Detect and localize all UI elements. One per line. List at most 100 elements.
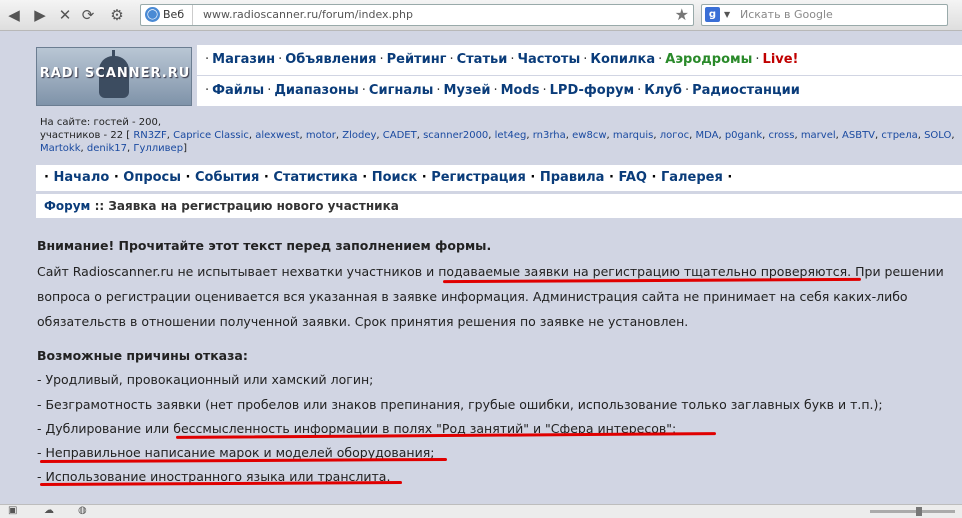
menu-separator: · — [658, 52, 663, 67]
address-tag: Веб — [163, 5, 194, 25]
red-underline-4 — [39, 481, 403, 486]
menu-bottom-items: · Файлы · Диапазоны · Сигналы · Музей · Mods · LPD-… — [202, 76, 800, 106]
member-link[interactable]: ew8cw — [572, 130, 606, 141]
member-link[interactable]: marvel — [801, 130, 836, 141]
member-link[interactable]: RN3ZF — [133, 130, 166, 141]
menu-item-0[interactable]: Файлы — [212, 83, 264, 98]
member-link[interactable]: логос — [660, 130, 689, 141]
menu-item-2[interactable]: Сигналы — [369, 83, 433, 98]
menu-separator: · — [542, 83, 547, 98]
breadcrumb-separator: :: — [94, 199, 105, 213]
bookmark-star-icon[interactable]: ★ — [675, 5, 689, 25]
menu-separator: · — [755, 52, 760, 67]
key-icon[interactable]: ⚙ — [104, 5, 130, 25]
menu-item-1[interactable]: Диапазоны — [274, 83, 358, 98]
menu-item-4[interactable]: Частоты — [517, 52, 580, 67]
menu-separator: · — [510, 52, 515, 67]
nav-separator: · — [530, 170, 540, 185]
search-placeholder[interactable]: Искать в Google — [740, 5, 833, 25]
nav-item-3[interactable]: Статистика — [273, 170, 357, 185]
nav-separator: · — [421, 170, 432, 185]
p1-start: Сайт Radioscanner.ru не испытывает нехва… — [37, 264, 439, 279]
member-link[interactable]: denik17 — [87, 143, 127, 154]
google-icon[interactable]: g — [705, 7, 720, 22]
member-link[interactable]: Martokk — [40, 143, 81, 154]
member-link[interactable]: let4eg — [495, 130, 527, 141]
member-link[interactable]: alexwest — [255, 130, 299, 141]
member-link[interactable]: Гулливер — [133, 143, 183, 154]
nav-separator: · — [263, 170, 274, 185]
menu-item-2[interactable]: Рейтинг — [387, 52, 447, 67]
nav-item-0[interactable]: Начало — [53, 170, 109, 185]
close-icon[interactable]: ✕ — [55, 5, 75, 25]
site-logo[interactable]: RADI SCANNER.RU — [36, 47, 192, 106]
member-link[interactable]: CADET — [383, 130, 417, 141]
menu-separator: · — [583, 52, 588, 67]
menu-item-6[interactable]: Аэродромы — [665, 52, 752, 67]
member-link[interactable]: motor — [306, 130, 336, 141]
menu-item-0[interactable]: Магазин — [212, 52, 275, 67]
nav-item-8[interactable]: Галерея — [661, 170, 723, 185]
member-link[interactable]: scanner2000 — [423, 130, 488, 141]
nav-item-1[interactable]: Опросы — [123, 170, 181, 185]
member-link[interactable]: Caprice Classic — [173, 130, 249, 141]
browser-toolbar: ◀ ▶ ✕ ⟳ ⚙ ◯ Веб www.radioscanner.ru/foru… — [0, 0, 962, 31]
nav-item-6[interactable]: Правила — [540, 170, 605, 185]
paragraph-line-2: вопроса о регистрации оценивается вся ук… — [37, 289, 908, 304]
menu-item-5[interactable]: LPD-форум — [550, 83, 634, 98]
nav-separator: · — [727, 170, 733, 185]
member-link[interactable]: SOLO — [924, 130, 951, 141]
member-link[interactable]: MDA — [695, 130, 718, 141]
back-icon[interactable]: ◀ — [4, 5, 24, 25]
nav-item-5[interactable]: Регистрация — [431, 170, 526, 185]
address-bar[interactable]: ◯ Веб www.radioscanner.ru/forum/index.ph… — [140, 4, 694, 26]
search-box[interactable]: g ▼ Искать в Google — [701, 4, 948, 26]
reload-icon[interactable]: ⟳ — [78, 5, 98, 25]
member-link[interactable]: cross — [769, 130, 795, 141]
menu-item-1[interactable]: Объявления — [285, 52, 376, 67]
compass-icon[interactable]: ◍ — [78, 506, 88, 516]
panel-icon[interactable]: ▣ — [8, 506, 18, 516]
reason-2: - Безграмотность заявки (нет пробелов ил… — [37, 397, 883, 412]
menu-separator: · — [637, 83, 642, 98]
member-link[interactable]: стрела — [881, 130, 917, 141]
member-link[interactable]: Zlodey — [342, 130, 376, 141]
members-suffix: ] — [183, 143, 187, 154]
nav-item-2[interactable]: События — [195, 170, 259, 185]
reason-1: - Уродливый, провокационный или хамский … — [37, 372, 374, 387]
menu-item-4[interactable]: Mods — [501, 83, 540, 98]
menu-item-6[interactable]: Клуб — [644, 83, 682, 98]
url-text[interactable]: www.radioscanner.ru/forum/index.php — [203, 5, 413, 25]
forum-nav-items: · Начало · Опросы · События · Статистика… — [44, 165, 732, 191]
reasons-title: Возможные причины отказа: — [37, 348, 248, 363]
menu-separator: · — [278, 52, 283, 67]
member-link[interactable]: ASBTV — [842, 130, 875, 141]
nav-item-7[interactable]: FAQ — [618, 170, 647, 185]
menu-item-7[interactable]: Радиостанции — [692, 83, 800, 98]
menu-separator: · — [684, 83, 690, 98]
zoom-slider[interactable] — [870, 507, 955, 516]
forward-icon[interactable]: ▶ — [30, 5, 50, 25]
logo-text: RADI SCANNER.RU — [39, 66, 191, 81]
menu-item-5[interactable]: Копилка — [590, 52, 655, 67]
menu-top-items: · Магазин · Объявления · Рейтинг · Статьи · Часто… — [202, 45, 799, 75]
menu-item-7[interactable]: Live! — [763, 52, 799, 67]
main-menu-top: · Магазин · Объявления · Рейтинг · Статьи · Часто… — [197, 45, 962, 75]
member-link[interactable]: p0gank — [725, 130, 762, 141]
menu-item-3[interactable]: Музей — [444, 83, 491, 98]
status-bar: ▣ ☁ ◍ — [0, 504, 962, 518]
zoom-knob[interactable] — [916, 507, 922, 516]
chevron-down-icon[interactable]: ▼ — [724, 5, 730, 25]
online-guests: На сайте: гостей - 200, — [40, 117, 162, 128]
breadcrumb: Форум :: Заявка на регистрацию нового уч… — [36, 194, 962, 218]
menu-item-3[interactable]: Статьи — [457, 52, 508, 67]
online-members: участников - 22 [ RN3ZF, Caprice Classic… — [40, 130, 955, 154]
member-link[interactable]: marquis — [613, 130, 653, 141]
nav-item-4[interactable]: Поиск — [372, 170, 417, 185]
cloud-icon[interactable]: ☁ — [44, 506, 54, 516]
breadcrumb-forum-link[interactable]: Форум — [44, 199, 90, 213]
menu-separator: · — [267, 83, 272, 98]
menu-separator: · — [205, 52, 210, 67]
menu-separator: · — [449, 52, 454, 67]
member-link[interactable]: rn3rha — [533, 130, 566, 141]
